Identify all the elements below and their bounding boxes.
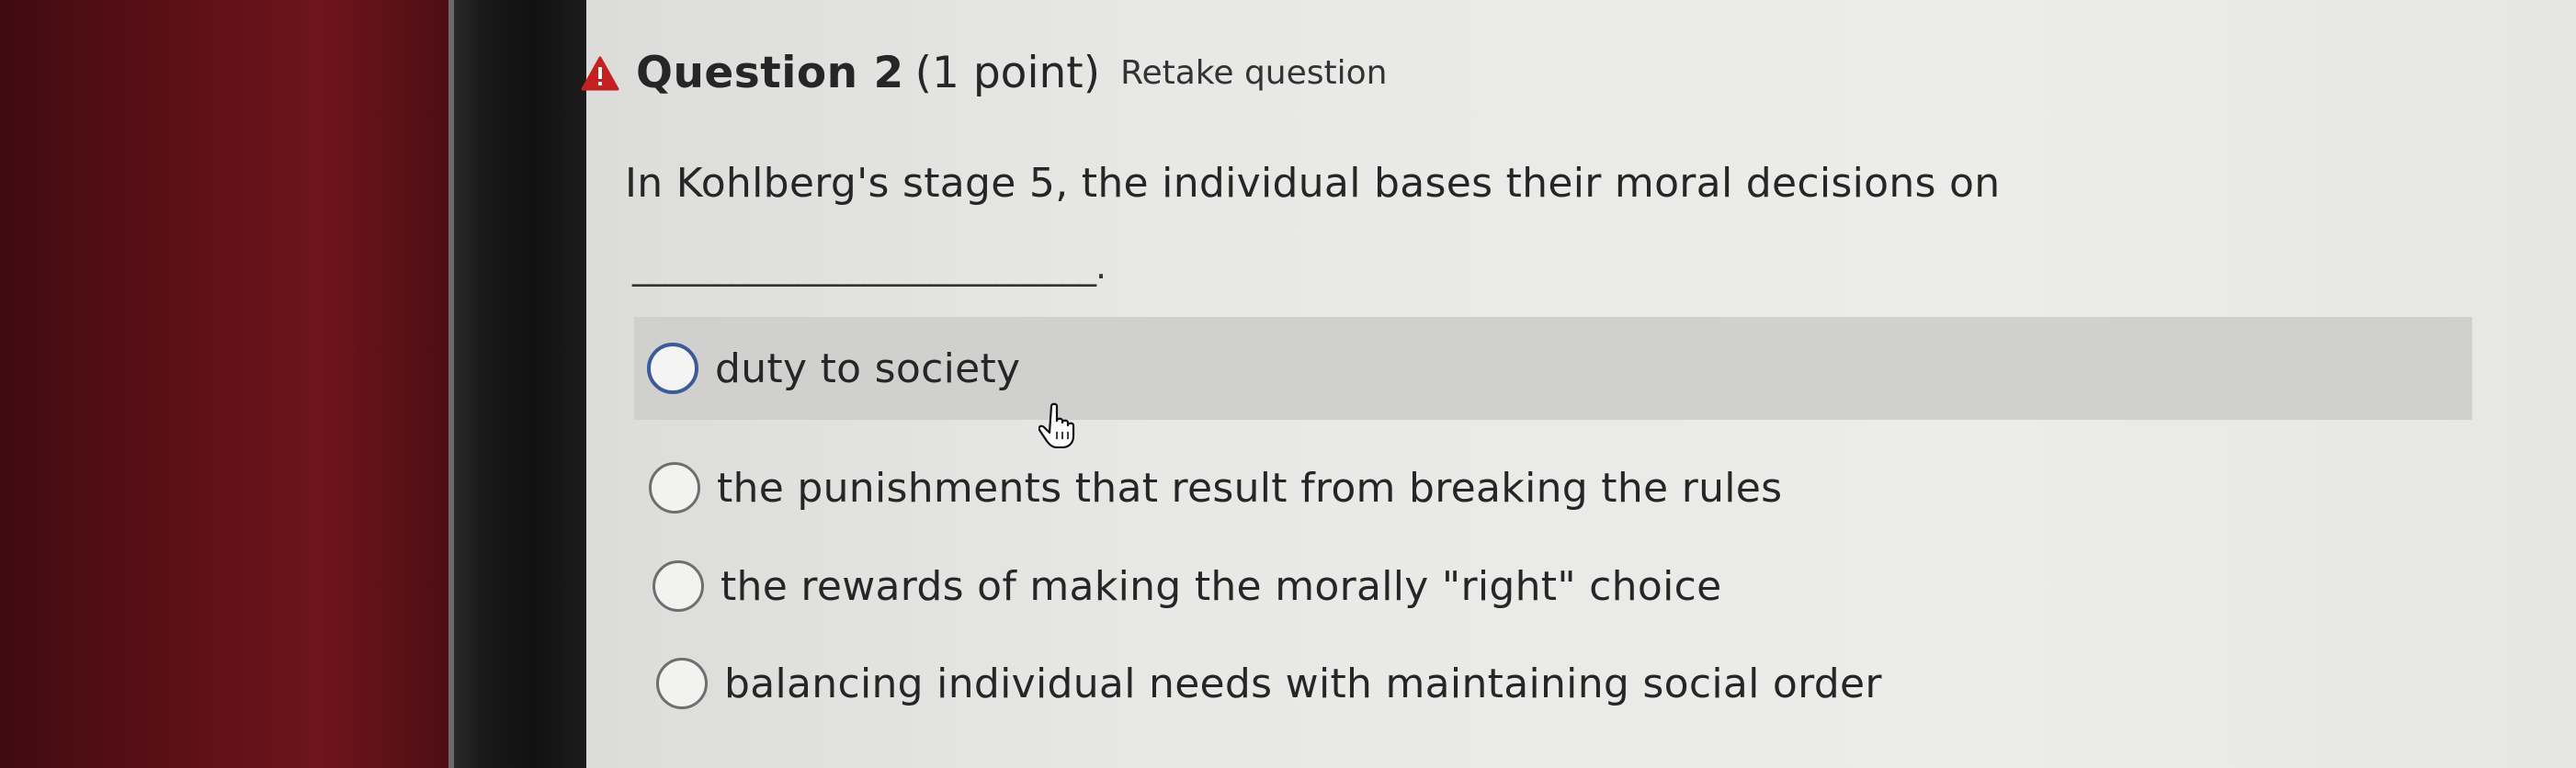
monitor-bezel: [448, 0, 586, 768]
option-balancing-needs[interactable]: balancing individual needs with maintain…: [656, 658, 1882, 709]
hand-pointer-cursor-icon: [1038, 402, 1075, 448]
option-label: balancing individual needs with maintain…: [724, 660, 1882, 707]
background-left: [0, 0, 460, 768]
radio-button[interactable]: [647, 343, 698, 394]
question-title: Question 2: [636, 48, 904, 98]
answer-blank: ____________________________.: [632, 246, 1106, 287]
option-duty-to-society[interactable]: duty to society: [634, 317, 2472, 420]
question-text: In Kohlberg's stage 5, the individual ba…: [625, 160, 2001, 207]
option-label: the rewards of making the morally "right…: [721, 562, 1722, 610]
question-points: (1 point): [914, 48, 1101, 98]
option-label: duty to society: [715, 344, 1021, 392]
radio-button[interactable]: [656, 658, 708, 709]
option-punishments[interactable]: the punishments that result from breakin…: [649, 462, 1782, 514]
retake-question-link[interactable]: Retake question: [1120, 54, 1387, 92]
option-rewards[interactable]: the rewards of making the morally "right…: [653, 560, 1721, 612]
option-label: the punishments that result from breakin…: [717, 464, 1783, 512]
warning-triangle-icon: [581, 56, 619, 90]
radio-button[interactable]: [649, 462, 700, 514]
question-header: Question 2 (1 point) Retake question: [581, 48, 1387, 98]
radio-button[interactable]: [653, 560, 704, 612]
